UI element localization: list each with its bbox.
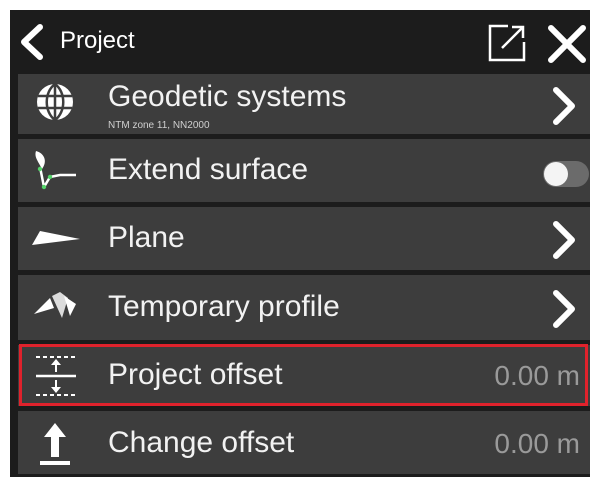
item-label: Change offset — [108, 426, 295, 459]
item-label: Project offset — [108, 358, 283, 391]
item-label: Plane — [108, 221, 185, 254]
item-sublabel: NTM zone 11, NN2000 — [108, 120, 210, 131]
chevron-right-icon — [553, 87, 575, 125]
close-icon[interactable] — [546, 23, 588, 65]
item-label: Temporary profile — [108, 290, 340, 323]
item-value: 0.00 m — [494, 428, 580, 459]
item-label: Geodetic systems — [108, 80, 347, 113]
geodetic-systems-item[interactable]: Geodetic systems NTM zone 11, NN2000 — [18, 74, 590, 137]
chevron-left-icon[interactable] — [14, 22, 54, 62]
chevron-right-icon — [553, 221, 575, 259]
plane-item[interactable]: Plane — [18, 207, 590, 273]
item-value: 0.00 m — [494, 360, 580, 391]
external-link-icon[interactable] — [486, 22, 528, 64]
change-offset-item[interactable]: Change offset 0.00 m — [18, 411, 590, 477]
project-panel: Project Geodetic systems NTM zone 11, NN… — [10, 10, 590, 477]
extend-surface-toggle[interactable] — [543, 161, 589, 187]
upload-arrow-icon — [40, 423, 70, 465]
extend-surface-item[interactable]: Extend surface — [18, 139, 590, 205]
toggle-knob — [544, 162, 568, 186]
project-offset-item[interactable]: Project offset 0.00 m — [18, 345, 590, 409]
header-bar: Project — [10, 10, 590, 74]
offset-icon — [36, 356, 76, 396]
item-label: Extend surface — [108, 153, 309, 186]
profile-icon — [34, 292, 76, 318]
extend-surface-icon — [35, 151, 76, 190]
temporary-profile-item[interactable]: Temporary profile — [18, 275, 590, 343]
chevron-right-icon — [553, 290, 575, 328]
globe-icon — [37, 82, 73, 122]
page-title: Project — [60, 27, 135, 54]
plane-icon — [32, 231, 80, 245]
